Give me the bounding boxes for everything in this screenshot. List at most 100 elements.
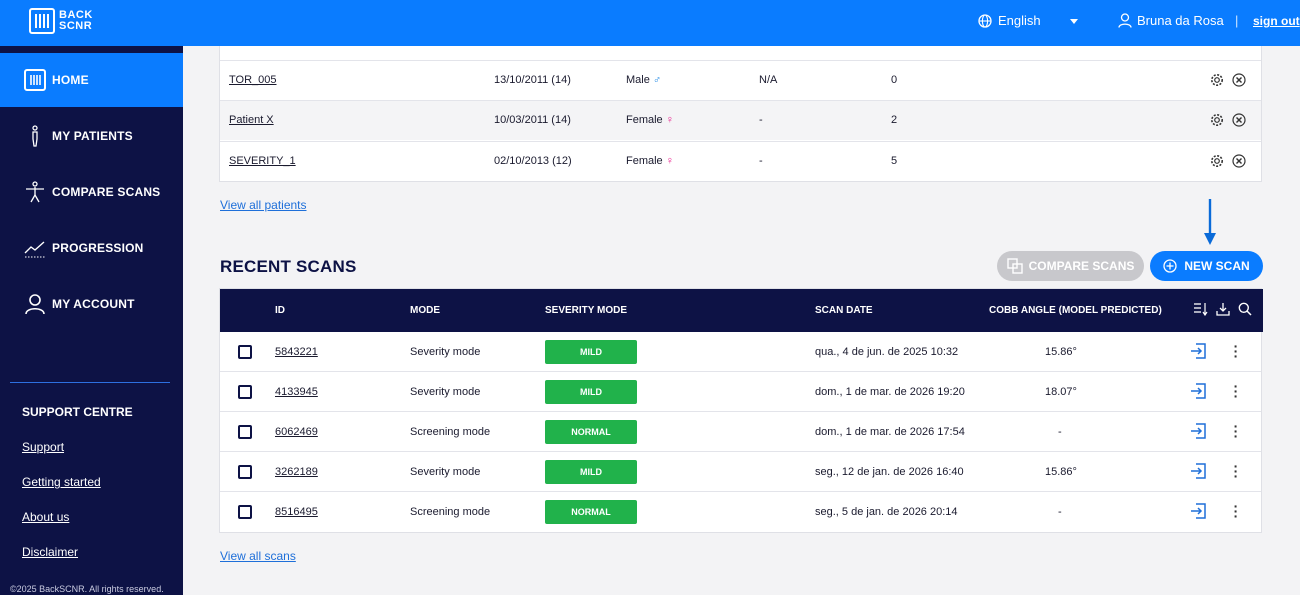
more-vertical-icon[interactable]: · · · <box>1233 459 1239 483</box>
open-scan-icon[interactable] <box>1190 463 1206 479</box>
nav-home[interactable]: HOME <box>0 53 183 107</box>
severity-badge: NORMAL <box>545 500 637 524</box>
compare-scans-label: COMPARE SCANS <box>1028 259 1135 273</box>
user-name: Bruna da Rosa <box>1137 13 1224 28</box>
sign-out-link[interactable]: sign out <box>1253 14 1300 28</box>
gear-icon[interactable] <box>1210 113 1224 127</box>
scans-table: ID MODE SEVERITY MODE SCAN DATE COBB ANG… <box>219 288 1263 533</box>
cobb-angle: 15.86° <box>1045 466 1077 478</box>
logo-icon <box>29 8 55 34</box>
row-checkbox[interactable] <box>238 385 252 399</box>
row-checkbox[interactable] <box>238 425 252 439</box>
header-mode[interactable]: MODE <box>410 305 440 316</box>
scan-id-link[interactable]: 5843221 <box>275 346 318 358</box>
globe-icon <box>978 13 992 28</box>
view-all-scans-link[interactable]: View all scans <box>220 549 296 563</box>
scan-row[interactable]: 8516495 Screening mode NORMAL seg., 5 de… <box>220 492 1261 532</box>
nav-progression[interactable]: PROGRESSION <box>0 221 183 275</box>
patient-row[interactable]: SEVERITY_1 02/10/2013 (12) Female ♀ - 5 <box>220 141 1261 181</box>
open-scan-icon[interactable] <box>1190 343 1206 359</box>
scan-row[interactable]: 5843221 Severity mode MILD qua., 4 de ju… <box>220 332 1261 372</box>
plus-circle-icon <box>1163 259 1177 273</box>
open-scan-icon[interactable] <box>1190 503 1206 519</box>
open-scan-icon[interactable] <box>1190 423 1206 439</box>
nav-progression-label: PROGRESSION <box>52 241 144 255</box>
scan-mode: Severity mode <box>410 346 481 358</box>
sort-icon[interactable] <box>1193 302 1208 316</box>
user-menu[interactable]: Bruna da Rosa <box>1118 13 1224 28</box>
scan-id-link[interactable]: 4133945 <box>275 386 318 398</box>
scan-mode: Severity mode <box>410 386 481 398</box>
male-icon: ♂ <box>652 74 662 86</box>
gear-icon[interactable] <box>1210 73 1224 87</box>
row-checkbox[interactable] <box>238 505 252 519</box>
more-vertical-icon[interactable]: · · · <box>1233 419 1239 443</box>
sidebar-divider <box>10 382 170 383</box>
scan-id-link[interactable]: 6062469 <box>275 426 318 438</box>
close-circle-icon[interactable] <box>1232 113 1246 127</box>
header-scan-date[interactable]: SCAN DATE <box>815 305 873 316</box>
download-icon[interactable] <box>1216 302 1230 316</box>
patient-sex: Female ♀ <box>626 114 674 126</box>
language-selector[interactable]: English <box>978 13 1041 28</box>
scan-row[interactable]: 3262189 Severity mode MILD seg., 12 de j… <box>220 452 1261 492</box>
getting-started-link[interactable]: Getting started <box>22 475 101 489</box>
female-icon: ♀ <box>665 114 674 126</box>
scans-table-header: ID MODE SEVERITY MODE SCAN DATE COBB ANG… <box>220 289 1263 332</box>
new-scan-button[interactable]: NEW SCAN <box>1150 251 1263 281</box>
disclaimer-link[interactable]: Disclaimer <box>22 545 78 559</box>
severity-badge: MILD <box>545 460 637 484</box>
patient-dob: 02/10/2013 (12) <box>494 155 572 167</box>
more-vertical-icon[interactable]: · · · <box>1233 379 1239 403</box>
patient-name-link[interactable]: TOR_005 <box>229 74 277 86</box>
severity-badge: MILD <box>545 380 637 404</box>
about-us-link[interactable]: About us <box>22 510 69 524</box>
header-severity-mode[interactable]: SEVERITY MODE <box>545 305 627 316</box>
search-icon[interactable] <box>1238 302 1252 316</box>
caret-down-icon[interactable] <box>1070 19 1078 24</box>
scan-row[interactable]: 4133945 Severity mode MILD dom., 1 de ma… <box>220 372 1261 412</box>
scan-mode: Screening mode <box>410 426 491 438</box>
scan-row[interactable]: 6062469 Screening mode NORMAL dom., 1 de… <box>220 412 1261 452</box>
scan-id-link[interactable]: 8516495 <box>275 506 318 518</box>
scan-mode: Screening mode <box>410 506 491 518</box>
nav-my-patients[interactable]: MY PATIENTS <box>0 109 183 163</box>
more-vertical-icon[interactable]: · · · <box>1233 499 1239 523</box>
header-id[interactable]: ID <box>275 305 285 316</box>
patient-name-link[interactable]: Patient X <box>229 114 274 126</box>
support-centre-title: SUPPORT CENTRE <box>22 405 133 419</box>
view-all-patients-link[interactable]: View all patients <box>220 198 307 212</box>
copy-icon <box>1006 258 1023 274</box>
patient-col4: - <box>759 155 763 167</box>
patient-row[interactable]: TOR_005 13/10/2011 (14) Male ♂ N/A 0 <box>220 60 1261 100</box>
close-circle-icon[interactable] <box>1232 154 1246 168</box>
nav-my-account[interactable]: MY ACCOUNT <box>0 277 183 331</box>
header-separator: | <box>1235 13 1239 28</box>
support-link[interactable]: Support <box>22 440 64 454</box>
arrow-down-icon <box>1204 199 1216 245</box>
close-circle-icon[interactable] <box>1232 73 1246 87</box>
scan-id-link[interactable]: 3262189 <box>275 466 318 478</box>
nav-compare-scans[interactable]: COMPARE SCANS <box>0 165 183 219</box>
copyright: ©2025 BackSCNR. All rights reserved. <box>10 584 164 594</box>
scan-date: seg., 5 de jan. de 2026 20:14 <box>815 506 958 518</box>
logo[interactable]: BACK SCNR <box>29 8 93 34</box>
nav-compare-scans-label: COMPARE SCANS <box>52 185 161 199</box>
patient-row[interactable]: Patient X 10/03/2011 (14) Female ♀ - 2 <box>220 100 1261 140</box>
gear-icon[interactable] <box>1210 154 1224 168</box>
cobb-angle: - <box>1058 506 1062 518</box>
nav-my-account-label: MY ACCOUNT <box>52 297 135 311</box>
user-icon <box>24 293 46 315</box>
patient-sex: Male ♂ <box>626 74 662 86</box>
nav-home-label: HOME <box>52 73 89 87</box>
open-scan-icon[interactable] <box>1190 383 1206 399</box>
chart-icon <box>24 237 46 259</box>
patient-name-link[interactable]: SEVERITY_1 <box>229 155 296 167</box>
row-checkbox[interactable] <box>238 465 252 479</box>
compare-scans-button[interactable]: COMPARE SCANS <box>997 251 1144 281</box>
patient-scan-count: 2 <box>891 114 898 126</box>
header-cobb-angle[interactable]: COBB ANGLE (MODEL PREDICTED) <box>989 305 1162 316</box>
severity-badge: NORMAL <box>545 420 637 444</box>
more-vertical-icon[interactable]: · · · <box>1233 339 1239 363</box>
row-checkbox[interactable] <box>238 345 252 359</box>
